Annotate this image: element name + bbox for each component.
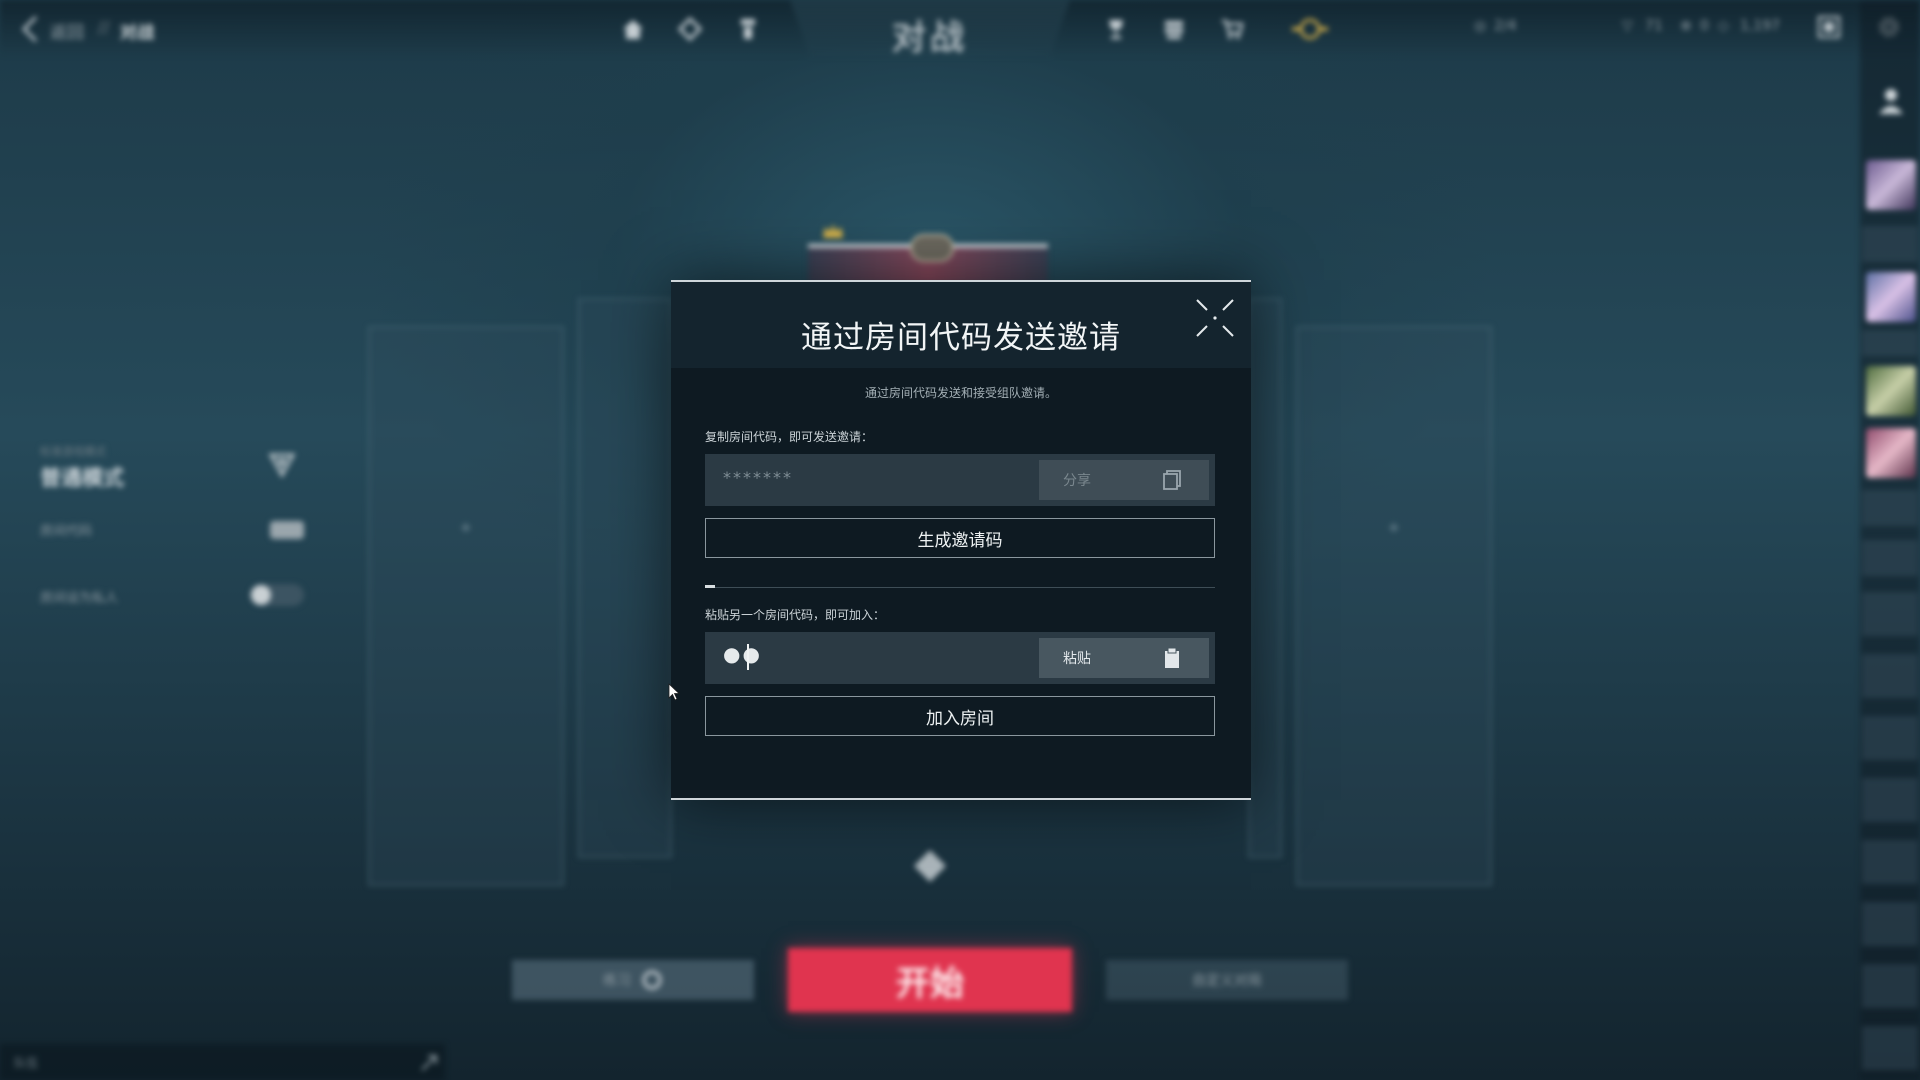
paste-code-label: 粘贴另一个房间代码，即可加入： [705,608,886,622]
private-room-toggle[interactable] [250,584,304,606]
party-count: 2/4 [1494,18,1517,34]
friend-row[interactable] [1862,540,1918,576]
gear-icon [642,970,662,990]
chat-bar[interactable]: 队伍 [0,1044,445,1080]
practice-label: 练习 [603,973,631,989]
level-medal [910,234,954,262]
friend-row[interactable] [1862,778,1918,822]
home-icon[interactable] [620,16,646,42]
copy-code-label: 复制房间代码，即可发送邀请： [705,430,874,444]
room-code-value: ******* [723,468,793,487]
custom-game-button[interactable]: 自定义对局 [1106,960,1348,1000]
copy-icon [1163,470,1181,490]
battlepass-icon[interactable] [1290,16,1330,42]
chat-placeholder: 队伍 [14,1056,39,1070]
friend-row[interactable] [1862,716,1918,760]
room-code-invite-dialog: 通过房间代码发送邀请 通过房间代码发送和接受组队邀请。 复制房间代码，即可发送邀… [671,280,1251,800]
friend-row[interactable] [1862,330,1918,356]
room-code-field: ******* 分享 [705,454,1215,506]
store-icon[interactable] [1219,16,1245,42]
breadcrumb-separator: // [98,18,110,38]
text-caret [747,644,749,670]
dialog-header: 通过房间代码发送邀请 [671,282,1251,368]
kc-icon: ◇ [1718,18,1729,34]
friend-avatar[interactable] [1866,160,1916,210]
agent-icon[interactable] [735,16,761,42]
add-slot-icon: + [460,520,472,536]
friend-row[interactable] [1862,592,1918,636]
custom-game-label: 自定义对局 [1192,973,1262,989]
room-code-icon[interactable] [270,521,304,539]
generate-code-button[interactable]: 生成邀请码 [705,518,1215,558]
vp-icon: ▽ [1622,18,1633,34]
currency-rp: 0 [1700,18,1709,34]
page-title: 对战 [892,18,968,58]
friend-row[interactable] [1862,964,1918,1008]
party-slot[interactable] [1248,298,1282,858]
friend-avatar[interactable] [1866,366,1916,416]
friend-row[interactable] [1862,490,1918,526]
friend-row[interactable] [1862,226,1918,262]
mode-icon [268,453,296,478]
private-room-label: 房间设为私人 [40,591,119,606]
nav-title-tab[interactable]: 对战 [790,0,1070,56]
party-slot[interactable] [578,298,672,858]
mode-name[interactable]: 普通模式 [40,462,124,492]
party-slot[interactable] [1296,326,1492,886]
friend-row[interactable] [1862,1026,1918,1070]
friends-icon[interactable] [1874,84,1908,118]
chat-expand-icon[interactable] [418,1052,440,1074]
start-button[interactable]: 开始 [788,948,1072,1012]
dialog-title: 通过房间代码发送邀请 [801,320,1121,356]
breadcrumb-back[interactable]: 返回 [50,18,84,43]
mode-caption: 标准游戏模式 [40,445,106,458]
share-button[interactable]: 分享 [1039,460,1209,500]
currency-kc: 1,197 [1740,18,1781,34]
share-label: 分享 [1063,473,1091,489]
friend-row[interactable] [1862,654,1918,698]
tag-icon[interactable] [677,16,703,42]
friend-row[interactable] [1862,902,1918,946]
join-code-input[interactable]: ●● 粘贴 [705,632,1215,684]
friend-avatar[interactable] [1866,272,1916,322]
join-room-button[interactable]: 加入房间 [705,696,1215,736]
crown-icon [823,224,843,238]
party-count-icon: ◎ [1474,18,1487,34]
back-arrow-icon[interactable] [18,14,42,44]
practice-button[interactable]: 练习 [512,960,754,1000]
rp-icon: ⊗ [1680,18,1692,34]
close-icon[interactable] [1191,294,1239,342]
breadcrumb-current: 对战 [120,23,154,43]
mouse-cursor-icon [668,683,680,701]
paste-label: 粘贴 [1063,651,1091,667]
top-nav-bar: 返回 // 对战 对战 ◎ 2/4 ▽ 71 ⊗ 0 ◇ 1,197 [0,0,1920,58]
friend-avatar[interactable] [1866,428,1916,478]
trophy-icon[interactable] [1103,16,1129,42]
currency-vp: 71 [1645,18,1663,34]
friend-row[interactable] [1862,840,1918,884]
room-code-label: 房间代码 [40,524,93,539]
career-icon[interactable] [1816,14,1842,40]
section-divider [705,585,1215,588]
paste-button[interactable]: 粘贴 [1039,638,1209,678]
dialog-subtitle: 通过房间代码发送和接受组队邀请。 [864,386,1057,400]
party-slot[interactable] [368,326,564,886]
join-code-value: ●● [723,642,762,666]
rank-icon [914,850,946,882]
collection-icon[interactable] [1161,16,1187,42]
add-slot-icon: + [1388,520,1400,536]
clipboard-icon [1165,647,1179,668]
